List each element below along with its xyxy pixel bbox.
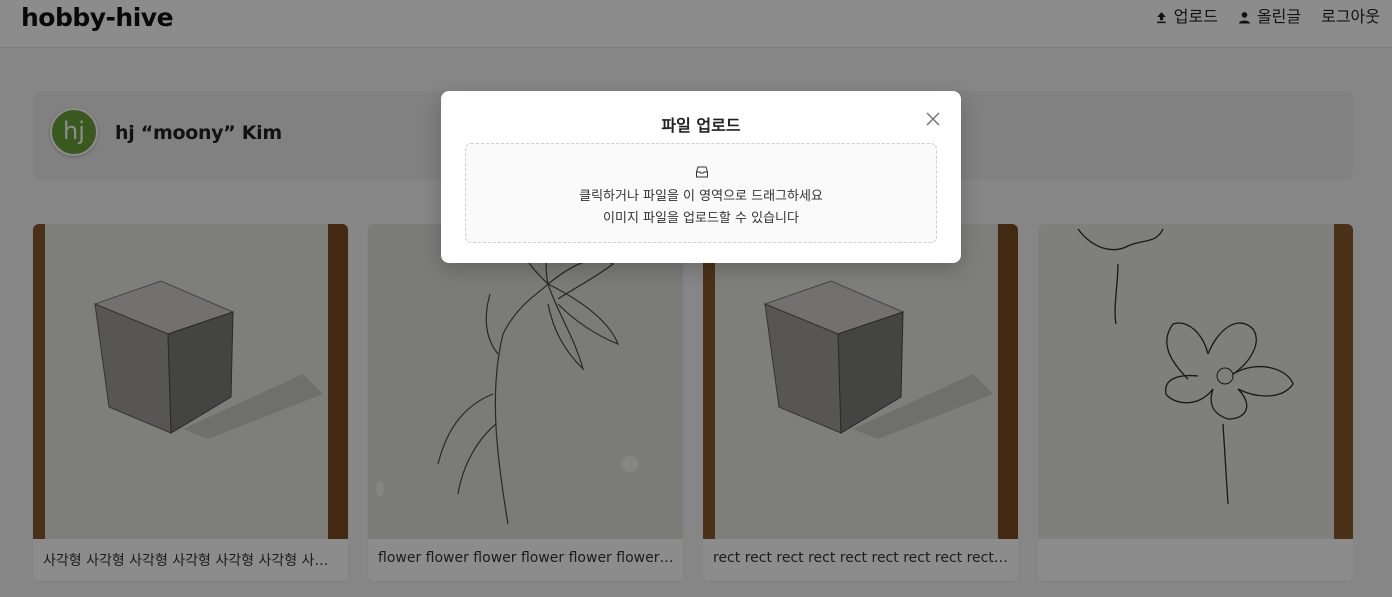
- inbox-icon: [696, 166, 708, 178]
- file-dropzone[interactable]: 클릭하거나 파일을 이 영역으로 드래그하세요 이미지 파일을 업로드할 수 있…: [465, 143, 937, 243]
- dropzone-hint: 이미지 파일을 업로드할 수 있습니다: [603, 211, 799, 226]
- close-icon[interactable]: [923, 109, 943, 129]
- dropzone-text: 클릭하거나 파일을 이 영역으로 드래그하세요: [579, 189, 823, 204]
- modal-backdrop[interactable]: [0, 0, 1392, 597]
- upload-modal: 파일 업로드 클릭하거나 파일을 이 영역으로 드래그하세요 이미지 파일을 업…: [441, 91, 961, 263]
- modal-title: 파일 업로드: [661, 116, 741, 135]
